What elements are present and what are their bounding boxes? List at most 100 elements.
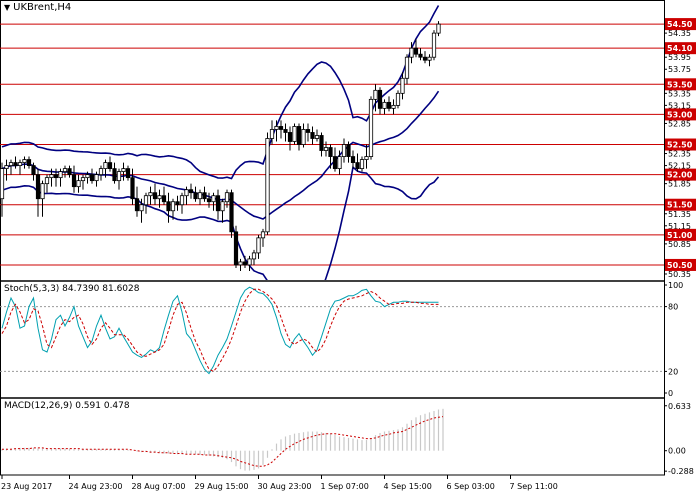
candle-body: [220, 201, 225, 212]
candle-body: [377, 89, 383, 109]
candle-body: [229, 192, 234, 233]
candle-body: [260, 231, 266, 239]
candle-body: [310, 132, 315, 139]
candle-body: [152, 192, 158, 200]
candle-body: [94, 174, 99, 182]
candle-body: [296, 126, 302, 145]
price-tick-label: 52.35: [668, 150, 691, 159]
stoch-tick-label: 100: [668, 281, 683, 290]
candle-body: [368, 98, 374, 157]
stoch-tick-label: 0: [668, 389, 673, 398]
candle-body: [188, 189, 194, 194]
stoch-main-line: [1, 286, 439, 375]
candle-body: [359, 159, 365, 170]
symbol-label: UKBrent,H4: [13, 2, 72, 13]
candle-body: [206, 198, 212, 203]
stoch-tick-label: 80: [668, 303, 678, 312]
candle-body: [121, 168, 126, 173]
candle-body: [292, 126, 297, 142]
candle-body: [49, 174, 54, 179]
candle-body: [436, 23, 441, 34]
candle-body: [139, 204, 144, 212]
candle-body: [341, 144, 347, 157]
candle-body: [125, 168, 131, 179]
candle-body: [35, 174, 41, 200]
stoch-tick-label: 20: [668, 367, 678, 376]
price-tick-label: 54.35: [668, 29, 691, 38]
time-tick-label: 29 Aug 15:00: [195, 482, 249, 491]
time-tick-label: 6 Sep 03:00: [447, 482, 495, 491]
candle-body: [89, 174, 95, 182]
candle-body: [400, 77, 405, 94]
candle-body: [44, 177, 50, 185]
macd-tick-label: 0.00: [668, 447, 686, 456]
candle-body: [373, 89, 378, 100]
candle-body: [238, 261, 243, 266]
candle-body: [287, 132, 293, 142]
candle-body: [391, 104, 396, 109]
triangle-down-icon[interactable]: ▼: [4, 3, 10, 12]
candle-body: [301, 129, 306, 145]
stoch-title: Stoch(5,3,3) 84.7390 81.6028: [4, 284, 140, 294]
candle-body: [364, 156, 369, 160]
price-tick-label: 53.35: [668, 89, 691, 98]
candle-body: [265, 138, 270, 233]
time-tick-label: 23 Aug 2017: [1, 482, 52, 491]
candle-body: [332, 156, 338, 170]
candle-body: [337, 156, 342, 170]
candle-body: [71, 174, 77, 188]
candle-body: [0, 168, 5, 200]
candle-body: [130, 177, 135, 200]
candle-body: [395, 92, 401, 106]
candle-body: [431, 32, 437, 58]
candle-body: [67, 168, 72, 176]
candle-body: [80, 177, 86, 182]
level-label: 54.10: [667, 44, 693, 53]
candle-body: [53, 174, 59, 179]
candle-body: [224, 192, 230, 203]
stoch-signal-line: [1, 288, 439, 373]
time-tick-label: 7 Sep 11:00: [510, 482, 558, 491]
time-tick-label: 4 Sep 15:00: [384, 482, 432, 491]
candle-body: [355, 162, 360, 170]
macd-signal-line: [2, 416, 444, 467]
price-tick-label: 50.35: [668, 270, 691, 279]
candle-body: [346, 144, 351, 157]
candle-body: [202, 192, 207, 200]
candle-body: [161, 195, 167, 203]
candle-body: [13, 162, 18, 166]
candle-body: [319, 135, 324, 151]
level-label: 54.50: [667, 20, 693, 29]
candle-body: [305, 129, 311, 133]
candle-body: [31, 165, 36, 176]
candle-body: [107, 162, 113, 170]
time-tick-label: 24 Aug 23:00: [69, 482, 123, 491]
price-tick-label: 51.85: [668, 180, 691, 189]
candle-body: [157, 195, 162, 200]
candle-body: [427, 56, 432, 61]
candle-body: [170, 201, 176, 212]
candle-body: [76, 180, 81, 188]
candle-body: [314, 135, 320, 139]
level-label: 53.00: [667, 110, 693, 119]
candle-body: [22, 159, 27, 163]
candle-body: [116, 171, 122, 182]
candle-body: [134, 198, 140, 212]
candle-body: [215, 195, 221, 212]
price-tick-label: 51.35: [668, 210, 691, 219]
candle-body: [211, 195, 216, 203]
candle-body: [112, 168, 117, 182]
candle-body: [382, 101, 387, 109]
symbol-selector[interactable]: ▼ UKBrent,H4: [4, 2, 71, 13]
time-tick-label: 28 Aug 07:00: [132, 482, 186, 491]
level-label: 50.50: [667, 261, 693, 270]
candle-body: [103, 162, 108, 170]
candle-body: [323, 147, 329, 151]
candle-body: [143, 195, 149, 206]
candle-body: [62, 168, 68, 173]
candle-body: [85, 174, 90, 179]
macd-tick-label: 0.633: [668, 402, 691, 411]
candle-body: [17, 162, 23, 166]
candle-body: [148, 192, 153, 197]
candle-body: [58, 171, 63, 179]
